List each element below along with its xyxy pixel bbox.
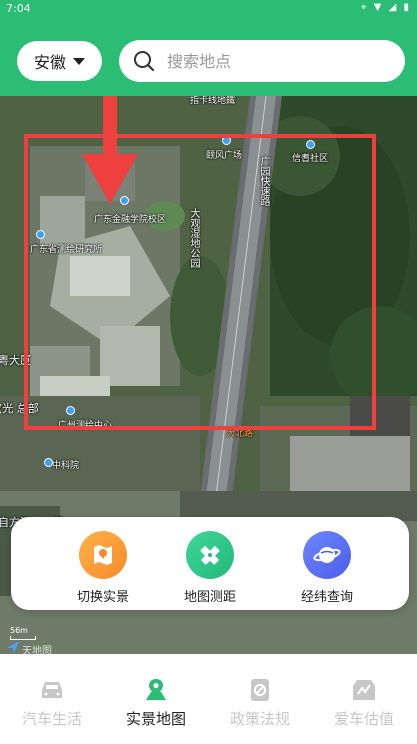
valuation-icon (353, 680, 375, 700)
nav-policy[interactable]: 政策法规 (208, 678, 312, 729)
map-pin-icon (79, 531, 127, 579)
map-pin-icon (146, 679, 166, 700)
region-label: 安徽 (33, 53, 66, 72)
compass-icon (7, 641, 19, 653)
nav-car-life[interactable]: 汽车生活 (0, 678, 104, 729)
tool-latlng-query[interactable]: 经纬查询 (277, 531, 377, 605)
tool-label: 地图测距 (183, 590, 236, 605)
signal-icon: ◢ (388, 2, 399, 13)
nav-label: 实景地图 (125, 710, 186, 728)
status-time: 7:04 (6, 2, 31, 15)
search-bar[interactable] (119, 40, 405, 82)
nav-label: 汽车生活 (21, 710, 82, 728)
nav-label: 政策法规 (229, 710, 290, 728)
tool-measure-distance[interactable]: 地图测距 (160, 531, 260, 605)
nav-realview-map[interactable]: 实景地图 (104, 678, 208, 729)
map-label-top-road: 指卡线地鐵 (190, 96, 236, 106)
status-icons: ⌖ ▼ ◢ ▮ (361, 2, 411, 13)
nav-car-valuation[interactable]: 爱车估值 (312, 678, 416, 729)
nav-label: 爱车估值 (333, 710, 394, 728)
selection-frame (24, 134, 376, 430)
location-icon: ⌖ (360, 2, 369, 13)
map-label-south-poi: 中科院 (52, 461, 80, 471)
map-scale-label: 56m (10, 626, 28, 635)
globe-icon (303, 531, 351, 579)
ruler-icon (186, 531, 234, 579)
battery-icon: ▮ (403, 2, 411, 13)
policy-icon (251, 679, 269, 701)
car-icon (42, 682, 62, 698)
map-scale: 56m (10, 626, 36, 640)
status-bar: 7:04 ⌖ ▼ ◢ ▮ (0, 0, 417, 18)
caret-down-icon (73, 57, 85, 65)
bottom-navigation: 汽车生活 实景地图 政策法规 爱车估值 (0, 654, 417, 744)
map-provider-logo: 天地图 (22, 646, 52, 654)
search-icon (134, 51, 155, 72)
search-input[interactable] (167, 51, 367, 71)
top-header: 安徽 (0, 18, 417, 96)
south-poi-icon (44, 458, 53, 467)
wifi-icon: ▼ (373, 2, 384, 13)
tool-switch-realview[interactable]: 切换实景 (53, 531, 153, 605)
region-selector[interactable]: 安徽 (17, 41, 102, 81)
arrow-down-icon (82, 96, 138, 204)
tool-label: 经纬查询 (300, 590, 353, 605)
map-tools-card: 切换实景 地图测距 经纬查询 (11, 517, 409, 610)
tool-label: 切换实景 (76, 590, 129, 605)
